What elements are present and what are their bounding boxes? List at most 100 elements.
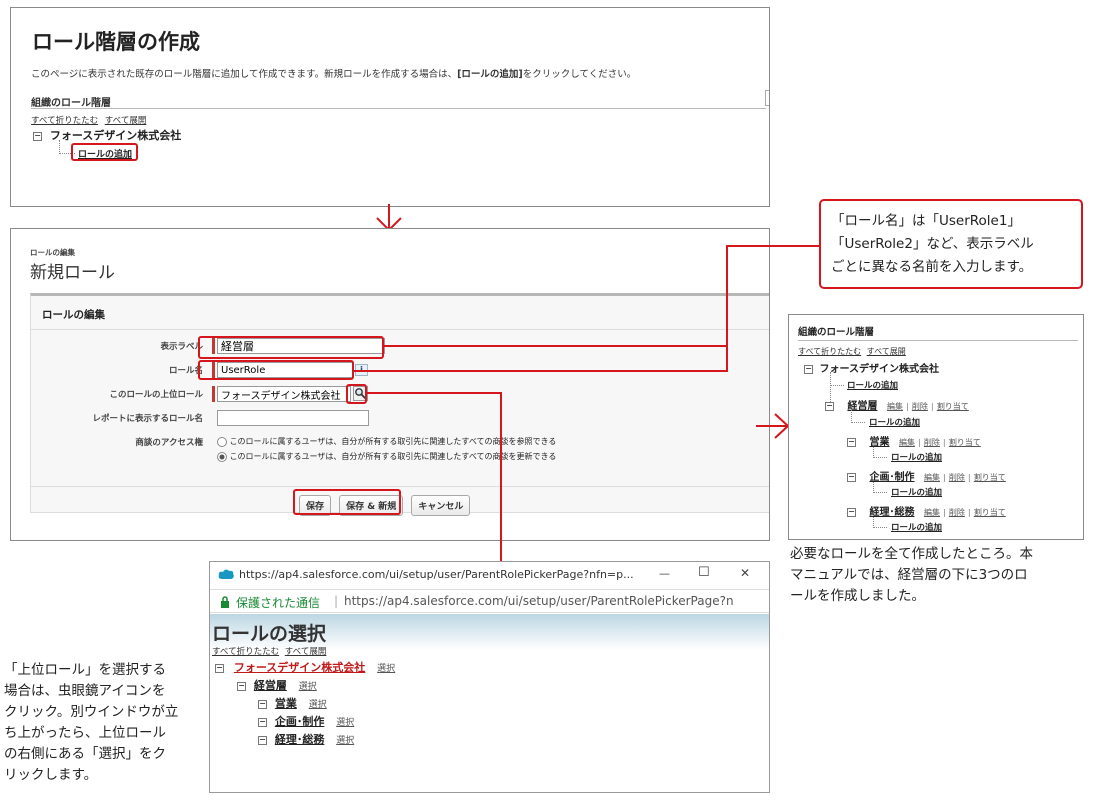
edit-link[interactable]: 編集 (887, 402, 903, 411)
radio-label-1: このロールに属するユーザは、自分が所有する取引先に関連したすべての商談を参照でき… (229, 437, 557, 446)
separator: | (942, 473, 946, 482)
caption-left-line-1: 「上位ロール」を選択する (4, 662, 166, 678)
section-header: 組織のロール階層 (798, 327, 875, 338)
add-role-bracket-link[interactable]: [ロールの追加] (457, 69, 523, 80)
collapse-all-link[interactable]: すべて折りたたむ (798, 347, 861, 356)
section-header: 組織のロール階層 (31, 98, 111, 109)
collapse-toggle-icon[interactable]: − (825, 401, 834, 411)
collapse-toggle-icon[interactable]: − (258, 717, 267, 727)
assign-link[interactable]: 割り当て (974, 473, 1006, 482)
collapse-toggle-icon[interactable]: − (847, 437, 856, 447)
parent-required-bar (212, 386, 215, 402)
picker-role2-row: − 営業 選択 (258, 695, 327, 711)
delete-link[interactable]: 削除 (924, 438, 940, 447)
callout-line-2: 「UserRole2」など、表示ラベル (831, 236, 1034, 252)
radio-button-2[interactable] (217, 451, 227, 462)
minimize-icon[interactable]: — (659, 567, 670, 580)
picker-company-row: − フォースデザイン株式会社 選択 (215, 659, 395, 675)
desc-pre: このページに表示された既存のロール階層に追加して作成できます。新規ロールを作成す… (31, 69, 458, 80)
collapse-all-link[interactable]: すべて折りたたむ (212, 647, 279, 657)
scroll-edge (765, 90, 769, 106)
radio-label-2: このロールに属するユーザは、自分が所有する取引先に関連したすべての商談を更新でき… (229, 452, 557, 461)
parent-role-input[interactable] (217, 386, 351, 402)
collapse-toggle-icon[interactable]: − (804, 364, 813, 374)
add-role-link[interactable]: ロールの追加 (891, 486, 942, 498)
picker-role4-row: − 経理･総務 選択 (258, 731, 354, 747)
radio-button-1[interactable] (217, 436, 227, 447)
select-link[interactable]: 選択 (299, 682, 317, 692)
window-titlebar: https://ap4.salesforce.com/ui/setup/user… (210, 562, 769, 588)
collapse-all-link[interactable]: すべて折りたたむ (31, 116, 98, 126)
select-link[interactable]: 選択 (336, 718, 354, 728)
radio-option-1[interactable]: このロールに属するユーザは、自分が所有する取引先に関連したすべての商談を参照でき… (217, 436, 556, 447)
tree-company-row: − フォースデザイン株式会社 (804, 360, 939, 375)
page-description: このページに表示された既存のロール階層に追加して作成できます。新規ロールを作成す… (31, 66, 636, 80)
section-divider (798, 340, 1078, 341)
tree-controls: すべて折りたたむ すべて展開 (212, 645, 326, 657)
delete-link[interactable]: 削除 (949, 473, 965, 482)
add-role-link[interactable]: ロールの追加 (891, 451, 942, 463)
highlight-label-input (198, 336, 384, 359)
parent-label: このロールの上位ロール (109, 390, 203, 400)
collapse-toggle-icon[interactable]: − (258, 735, 267, 745)
highlight-magnifier (346, 384, 367, 404)
role-picker-window: https://ap4.salesforce.com/ui/setup/user… (209, 561, 770, 793)
assign-link[interactable]: 割り当て (974, 508, 1006, 517)
connector-label (384, 345, 727, 347)
delete-link[interactable]: 削除 (912, 402, 928, 411)
tree-connector (873, 480, 887, 493)
select-link[interactable]: 選択 (309, 700, 327, 710)
callout-line-3: ごとに異なる名前を入力します。 (831, 259, 1033, 275)
caption-left: 「上位ロール」を選択する 場合は、虫眼鏡アイコンを クリック。別ウインドウが立 … (4, 660, 178, 786)
delete-link[interactable]: 削除 (949, 508, 965, 517)
edit-link[interactable]: 編集 (924, 473, 940, 482)
select-link[interactable]: 選択 (336, 736, 354, 746)
edit-link[interactable]: 編集 (899, 438, 915, 447)
tree-role1-row: − 経営層 編集 | 削除 | 割り当て (825, 397, 969, 412)
popup-title: ロールの選択 (212, 623, 327, 645)
expand-all-link[interactable]: すべて展開 (105, 116, 147, 126)
assign-link[interactable]: 割り当て (937, 402, 969, 411)
radio-option-2[interactable]: このロールに属するユーザは、自分が所有する取引先に関連したすべての商談を更新でき… (217, 451, 556, 462)
add-role-link[interactable]: ロールの追加 (891, 521, 942, 533)
collapse-toggle-icon[interactable]: − (215, 663, 224, 673)
edit-link[interactable]: 編集 (924, 508, 940, 517)
report-name-input[interactable] (217, 410, 369, 426)
assign-link[interactable]: 割り当て (949, 438, 981, 447)
tree-connector (830, 372, 844, 386)
role1-link[interactable]: 経営層 (254, 679, 287, 692)
add-role-link[interactable]: ロールの追加 (847, 379, 898, 391)
access-label: 商談のアクセス権 (135, 438, 203, 448)
lock-icon (221, 596, 229, 608)
picker-role1-row: − 経営層 選択 (237, 677, 317, 693)
role4-link[interactable]: 経理･総務 (275, 733, 325, 746)
separator: | (942, 508, 946, 517)
callout-text: 「ロール名」は「UserRole1」 「UserRole2」など、表示ラベル ご… (831, 210, 1034, 279)
caption-left-line-6: リックします。 (4, 767, 98, 783)
connector-to-callout (726, 245, 820, 247)
collapse-toggle-icon[interactable]: − (33, 131, 42, 141)
close-icon[interactable]: ✕ (740, 566, 750, 580)
select-link[interactable]: 選択 (377, 664, 395, 674)
address-url[interactable]: https://ap4.salesforce.com/ui/setup/user… (344, 594, 734, 608)
role2-link[interactable]: 営業 (275, 697, 297, 710)
expand-all-link[interactable]: すべて展開 (867, 347, 906, 356)
tree-role4-row: − 経理･総務 編集 | 削除 | 割り当て (847, 503, 1006, 518)
maximize-icon[interactable]: ☐ (698, 565, 710, 580)
collapse-toggle-icon[interactable]: − (237, 681, 246, 691)
caption-right-line-1: 必要なロールを全て作成したところ。本 (790, 546, 1033, 562)
tree-role3-row: − 企画･制作 編集 | 削除 | 割り当て (847, 468, 1006, 483)
collapse-toggle-icon[interactable]: − (847, 507, 856, 517)
caption-left-line-2: 場合は、虫眼鏡アイコンを (4, 683, 166, 699)
result-hierarchy-panel: 組織のロール階層 すべて折りたたむ すべて展開 − フォースデザイン株式会社 ロ… (788, 314, 1084, 540)
role3-link[interactable]: 企画･制作 (275, 715, 325, 728)
expand-all-link[interactable]: すべて展開 (285, 647, 327, 657)
cancel-button[interactable]: キャンセル (411, 495, 471, 516)
collapse-toggle-icon[interactable]: − (258, 699, 267, 709)
picker-role3-row: − 企画･制作 選択 (258, 713, 354, 729)
company-name-link[interactable]: フォースデザイン株式会社 (234, 661, 365, 674)
add-role-link[interactable]: ロールの追加 (869, 416, 920, 428)
separator: | (930, 402, 934, 411)
collapse-toggle-icon[interactable]: − (847, 472, 856, 482)
tree-role2-row: − 営業 編集 | 削除 | 割り当て (847, 433, 981, 448)
